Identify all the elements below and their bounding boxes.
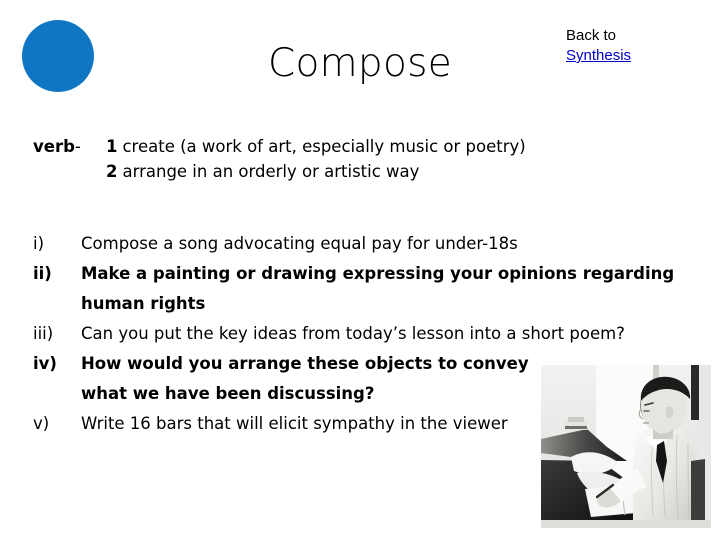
logo-circle-icon [22, 20, 94, 92]
task-marker: ii) [33, 264, 52, 283]
task-marker: iv) [33, 354, 57, 373]
page-title: Compose [267, 41, 453, 86]
list-item: iii) Can you put the key ideas from toda… [33, 319, 698, 349]
sense-2: 2 arrange in an orderly or artistic way [106, 159, 419, 184]
part-of-speech-label: verb [33, 137, 75, 156]
task-line: Make a painting or drawing expressing yo… [81, 264, 675, 283]
slide-header: Compose Back to Synthesis [0, 0, 720, 115]
sense-1: 1 create (a work of art, especially musi… [106, 134, 526, 159]
photo-artwork [541, 365, 711, 528]
list-item: ii) Make a painting or drawing expressin… [33, 259, 698, 319]
part-of-speech-dash: - [74, 137, 81, 156]
task-marker: iii) [33, 324, 54, 343]
task-marker: v) [33, 414, 50, 433]
definition-block: verb- 1 create (a work of art, especiall… [33, 134, 673, 184]
task-text: Compose a song advocating equal pay for … [81, 229, 698, 259]
sense-2-text: arrange in an orderly or artistic way [122, 162, 420, 181]
task-text: Make a painting or drawing expressing yo… [81, 259, 698, 319]
sense-1-text: create (a work of art, especially music … [122, 137, 526, 156]
part-of-speech: verb- [33, 134, 106, 159]
sense-2-number: 2 [106, 162, 118, 181]
task-text: Can you put the key ideas from today’s l… [81, 319, 698, 349]
sense-1-number: 1 [106, 137, 118, 156]
back-navigation: Back to Synthesis [566, 26, 631, 66]
list-item: i) Compose a song advocating equal pay f… [33, 229, 698, 259]
definition-sense-1: verb- 1 create (a work of art, especiall… [33, 134, 673, 159]
task-marker: i) [33, 234, 45, 253]
task-line: Compose a song advocating equal pay for … [81, 234, 518, 253]
back-label: Back to [566, 27, 617, 44]
task-line: Can you put the key ideas from today’s l… [81, 324, 625, 343]
composer-at-piano-photo [541, 365, 711, 528]
back-to-synthesis-link[interactable]: Synthesis [566, 46, 631, 66]
definition-sense-2: 2 arrange in an orderly or artistic way [33, 159, 673, 184]
task-line: human rights [81, 294, 206, 313]
